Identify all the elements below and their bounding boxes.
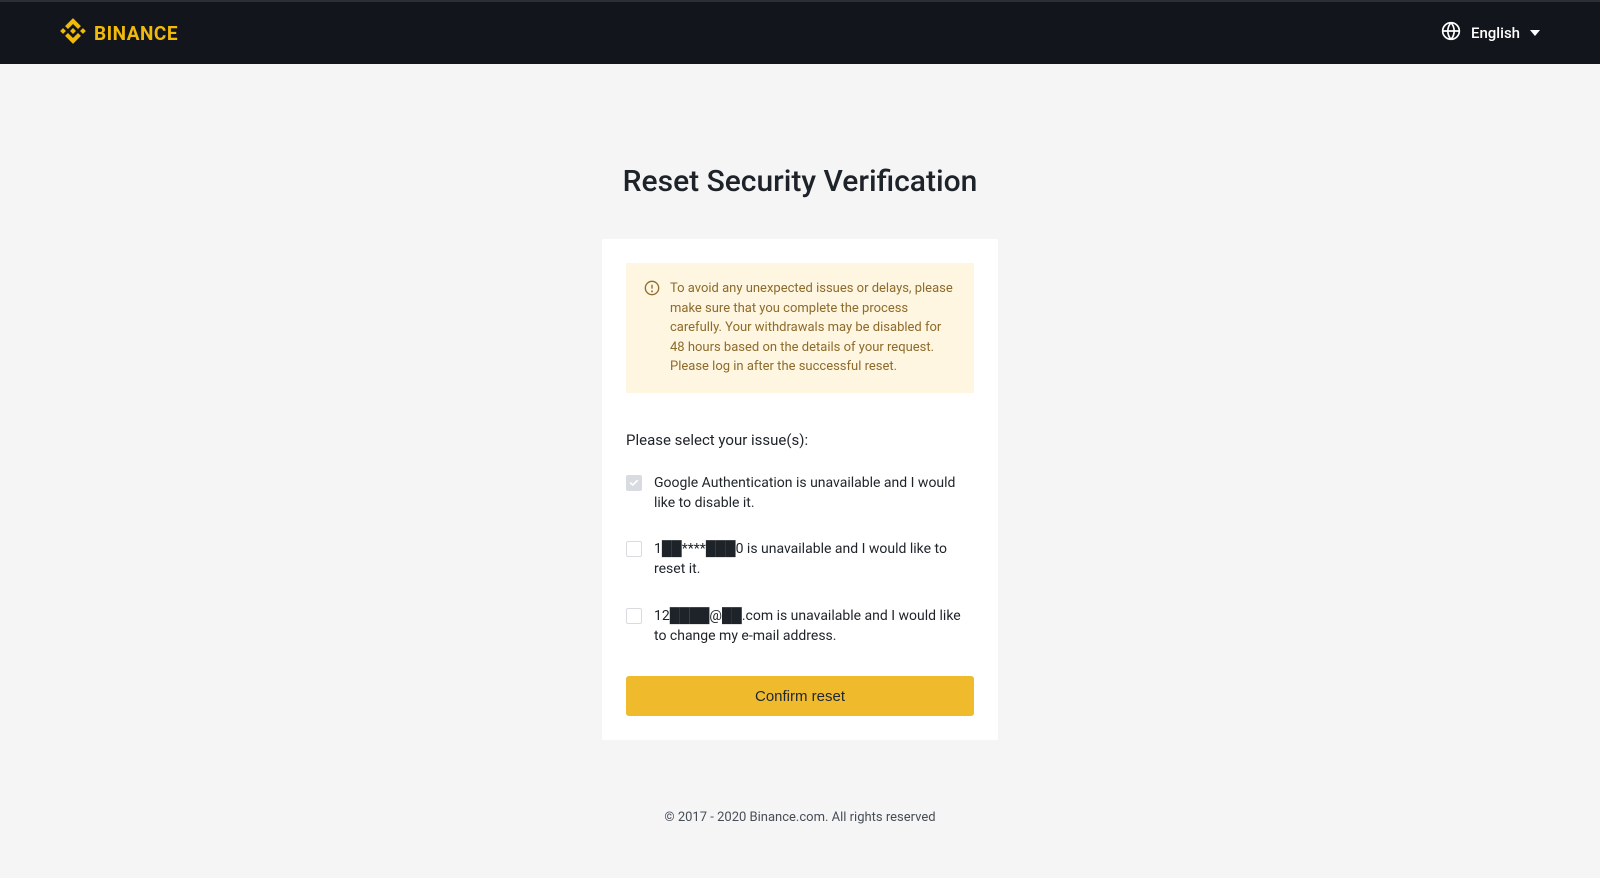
footer-copyright: © 2017 - 2020 Binance.com. All rights re… <box>0 810 1600 845</box>
language-selector[interactable]: English <box>1441 21 1540 45</box>
checkbox-phone[interactable] <box>626 541 642 557</box>
top-header: BINANCE English <box>0 0 1600 64</box>
brand-name: BINANCE <box>94 22 178 45</box>
brand-logo[interactable]: BINANCE <box>60 18 178 48</box>
option-google-auth[interactable]: Google Authentication is unavailable and… <box>626 473 974 514</box>
confirm-reset-button[interactable]: Confirm reset <box>626 676 974 716</box>
option-label: Google Authentication is unavailable and… <box>654 473 974 514</box>
warning-icon <box>644 279 660 377</box>
option-label: 12████@██.com is unavailable and I would… <box>654 606 974 647</box>
language-label: English <box>1471 24 1520 42</box>
warning-text: To avoid any unexpected issues or delays… <box>670 279 956 377</box>
warning-line-2: Please log in after the successful reset… <box>670 359 897 374</box>
page-title: Reset Security Verification <box>0 164 1600 199</box>
option-label: 1██****███0 is unavailable and I would l… <box>654 539 974 580</box>
reset-card: To avoid any unexpected issues or delays… <box>602 239 998 740</box>
option-email[interactable]: 12████@██.com is unavailable and I would… <box>626 606 974 647</box>
chevron-down-icon <box>1530 30 1540 36</box>
warning-line-1: To avoid any unexpected issues or delays… <box>670 281 953 355</box>
issue-prompt: Please select your issue(s): <box>626 431 974 449</box>
binance-logo-icon <box>60 18 86 48</box>
option-phone[interactable]: 1██****███0 is unavailable and I would l… <box>626 539 974 580</box>
checkbox-google-auth[interactable] <box>626 475 642 491</box>
checkbox-email[interactable] <box>626 608 642 624</box>
globe-icon <box>1441 21 1461 45</box>
warning-banner: To avoid any unexpected issues or delays… <box>626 263 974 393</box>
